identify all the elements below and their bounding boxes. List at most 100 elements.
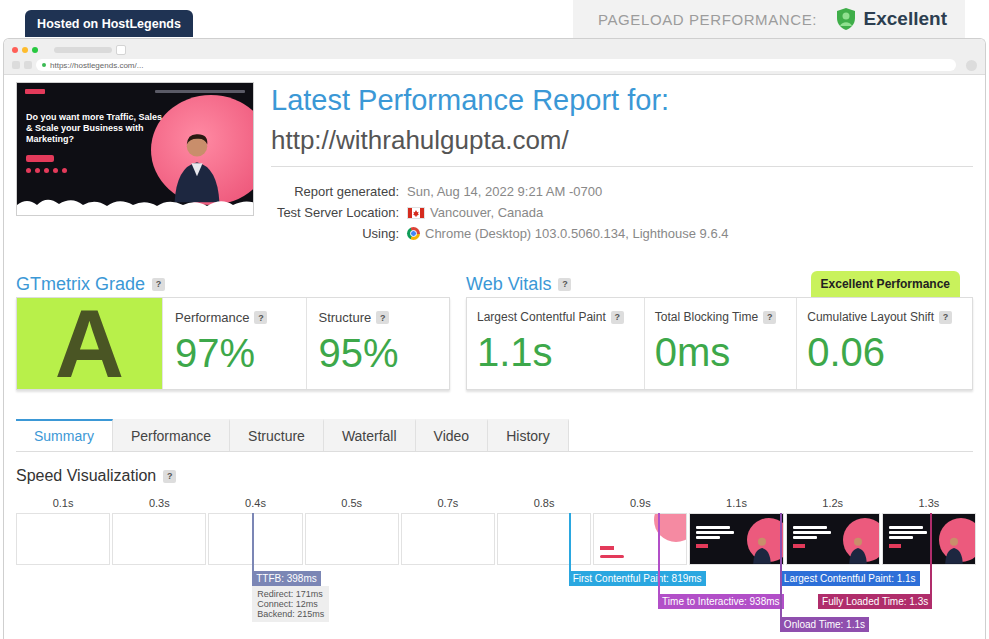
report-tab[interactable]: History [488, 419, 569, 451]
help-icon[interactable]: ? [376, 311, 389, 324]
frame-labels: 0.1s0.3s0.4s0.5s0.7s0.8s0.9s1.1s1.2s1.3s [16, 495, 976, 511]
minimize-dot-icon[interactable] [22, 47, 28, 53]
filmstrip-frame[interactable] [593, 513, 687, 565]
hosting-tab[interactable]: Hosted on HostLegends [25, 10, 193, 37]
browser-tab[interactable] [54, 47, 112, 53]
canada-flag-icon [407, 207, 425, 219]
close-dot-icon[interactable] [12, 47, 18, 53]
filmstrip-frame[interactable] [401, 513, 495, 565]
marker-detail: Backend: 215ms [257, 609, 324, 619]
marker-label: Fully Loaded Time: 1.3s [818, 594, 932, 609]
report-tabs: SummaryPerformanceStructureWaterfallVide… [16, 419, 973, 452]
thumb-logo-icon [25, 89, 45, 94]
marker-box: Time to Interactive: 938ms [658, 594, 783, 609]
marker-label: Time to Interactive: 938ms [658, 594, 783, 609]
marker-details: Redirect: 171msConnect: 12msBackend: 215… [252, 586, 329, 622]
marker-box: Fully Loaded Time: 1.3s [818, 594, 932, 609]
thumb-dot [62, 168, 67, 173]
address-bar[interactable]: https://hostlegends.com/... [36, 59, 956, 71]
marker-detail: Connect: 12ms [257, 599, 324, 609]
thumb-headline: Do you want more Traffic, Sales & Scale … [26, 112, 166, 145]
help-icon[interactable]: ? [254, 311, 267, 324]
grade-metric: Structure?95% [306, 298, 450, 389]
frame-button [889, 544, 901, 548]
thumb-dot [26, 168, 31, 173]
frame-text-line [889, 531, 927, 534]
frame-time: 1.2s [786, 495, 880, 511]
frame-text-line [696, 536, 720, 539]
report-tab[interactable]: Summary [16, 419, 113, 451]
filmstrip-frame[interactable] [112, 513, 206, 565]
thumb-dot [35, 168, 40, 173]
report-tab[interactable]: Performance [113, 419, 230, 451]
marker-detail: Redirect: 171ms [257, 589, 324, 599]
browser-window: https://hostlegends.com/... Do you want m… [3, 38, 986, 639]
filmstrip-frame[interactable] [305, 513, 399, 565]
help-icon[interactable]: ? [152, 278, 165, 291]
person-icon [943, 534, 965, 564]
pageload-performance: PAGELOAD PERFORMANCE:Excellent [573, 0, 965, 38]
help-icon[interactable]: ? [611, 311, 624, 324]
performance-badge: Excellent Performance [811, 271, 960, 297]
filmstrip-frame[interactable] [689, 513, 783, 565]
frame-time: 0.7s [401, 495, 495, 511]
frame-time: 0.9s [593, 495, 687, 511]
frame-time: 0.4s [208, 495, 302, 511]
marker-box: Largest Contentful Paint: 1.1s [780, 571, 920, 586]
grade-box: APerformance?97%Structure?95% [16, 297, 450, 390]
grade-letter: A [17, 298, 162, 389]
frame-time: 0.5s [305, 495, 399, 511]
metric-label-text: Total Blocking Time [655, 310, 758, 324]
site-screenshot: Do you want more Traffic, Sales & Scale … [16, 82, 254, 216]
top-strip: Hosted on HostLegends PAGELOAD PERFORMANC… [0, 0, 989, 38]
report-header: Do you want more Traffic, Sales & Scale … [16, 82, 973, 244]
metric-label: Cumulative Layout Shift? [807, 310, 964, 324]
vital-metric: Largest Contentful Paint?1.1s [467, 298, 644, 389]
filmstrip-frame[interactable] [882, 513, 976, 565]
frame-button [696, 544, 708, 548]
grade-title: GTmetrix Grade? [16, 271, 450, 297]
report-tab[interactable]: Waterfall [324, 419, 416, 451]
back-icon[interactable] [12, 61, 20, 69]
vital-metric: Total Blocking Time?0ms [644, 298, 796, 389]
report-tab[interactable]: Structure [230, 419, 324, 451]
filmstrip-frame[interactable] [786, 513, 880, 565]
help-icon[interactable]: ? [163, 470, 176, 483]
shield-icon [836, 7, 856, 31]
marker-box: Onload Time: 1.1s [780, 617, 869, 632]
help-icon[interactable]: ? [558, 278, 571, 291]
frames [16, 513, 976, 565]
report-url[interactable]: http://withrahulgupta.com/ [271, 124, 973, 156]
menu-icon[interactable] [966, 60, 977, 71]
marker-line [658, 513, 660, 594]
new-tab-icon[interactable] [116, 45, 126, 55]
report-summary: Latest Performance Report for: http://wit… [271, 82, 973, 244]
frame-time: 1.1s [689, 495, 783, 511]
gtmetrix-grade: GTmetrix Grade?APerformance?97%Structure… [16, 271, 450, 390]
browser-chrome: https://hostlegends.com/... [4, 39, 985, 75]
help-icon[interactable]: ? [939, 311, 952, 324]
filmstrip: 0.1s0.3s0.4s0.5s0.7s0.8s0.9s1.1s1.2s1.3s… [16, 495, 976, 631]
info-text: Vancouver, Canada [430, 202, 543, 223]
filmstrip-frame[interactable] [208, 513, 302, 565]
metric-value: 95% [319, 331, 440, 375]
chrome-icon [407, 227, 420, 240]
maximize-dot-icon[interactable] [32, 47, 38, 53]
metric-value: 0.06 [807, 330, 964, 374]
thumb-navbar [155, 90, 245, 93]
vitals-title-group: Web Vitals? [466, 271, 571, 297]
web-vitals: Web Vitals?Excellent PerformanceLargest … [466, 271, 973, 390]
thumb-wave [17, 193, 254, 215]
report-title: Latest Performance Report for: [271, 82, 973, 118]
divider [271, 166, 973, 167]
report-tab[interactable]: Video [416, 419, 489, 451]
info-text: Chrome (Desktop) 103.0.5060.134, Lightho… [425, 223, 729, 244]
frame-text-line [696, 526, 730, 529]
help-icon[interactable]: ? [763, 311, 776, 324]
marker-box: TTFB: 398msRedirect: 171msConnect: 12msB… [252, 571, 329, 622]
forward-icon[interactable] [24, 61, 32, 69]
filmstrip-frame[interactable] [497, 513, 591, 565]
metric-value: 1.1s [477, 330, 636, 374]
pageload-rating: Excellent [864, 8, 947, 30]
filmstrip-frame[interactable] [16, 513, 110, 565]
